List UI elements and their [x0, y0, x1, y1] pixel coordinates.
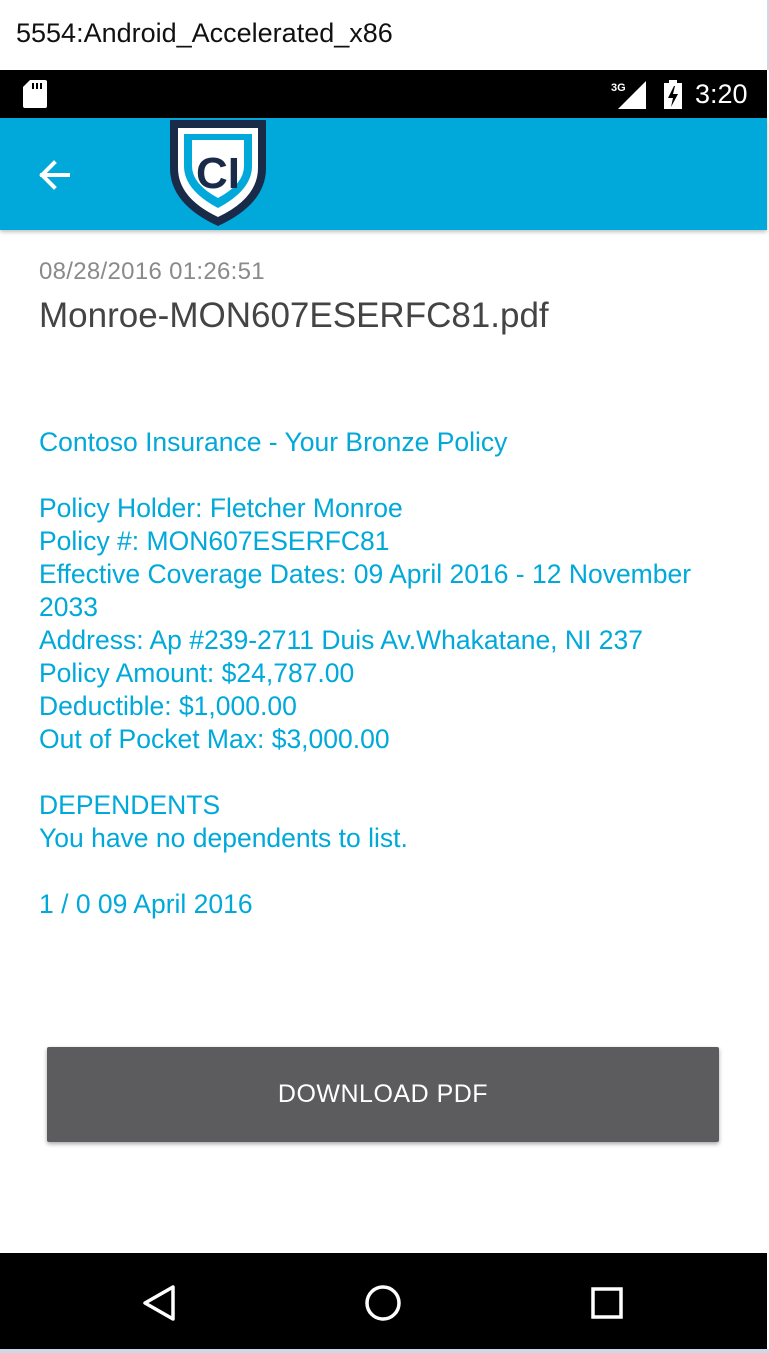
window-title-bar: 5554:Android_Accelerated_x86 [0, 0, 769, 70]
out-of-pocket-max: Out of Pocket Max: $3,000.00 [39, 724, 390, 754]
policy-details: Contoso Insurance - Your Bronze Policy P… [39, 426, 739, 921]
battery-icon [664, 80, 682, 109]
document-filename: Monroe-MON607ESERFC81.pdf [39, 296, 549, 335]
ci-shield-logo: CI [170, 120, 266, 226]
download-pdf-button[interactable]: DOWNLOAD PDF [47, 1047, 719, 1142]
home-circle-icon[interactable] [358, 1278, 408, 1328]
window-bottom-edge [0, 1349, 769, 1353]
footer-line: 1 / 0 09 April 2016 [39, 889, 253, 919]
arrow-left-icon[interactable] [30, 150, 80, 200]
recents-square-icon[interactable] [582, 1278, 632, 1328]
policy-number: Policy #: MON607ESERFC81 [39, 526, 390, 556]
coverage-dates: Effective Coverage Dates: 09 April 2016 … [39, 559, 692, 622]
policy-amount: Policy Amount: $24,787.00 [39, 658, 355, 688]
policy-holder: Policy Holder: Fletcher Monroe [39, 493, 403, 523]
policy-heading: Contoso Insurance - Your Bronze Policy [39, 427, 508, 457]
sd-card-icon [23, 80, 47, 108]
document-timestamp: 08/28/2016 01:26:51 [39, 258, 265, 285]
back-triangle-icon[interactable] [135, 1278, 185, 1328]
app-bar [0, 118, 767, 230]
status-bar [0, 70, 767, 118]
window-title: 5554:Android_Accelerated_x86 [16, 18, 393, 48]
dependents-heading: DEPENDENTS [39, 790, 221, 820]
signal-icon: 3G [611, 81, 646, 109]
logo-text: CI [196, 149, 240, 198]
network-type-label: 3G [611, 82, 626, 94]
address: Address: Ap #239-2711 Duis Av.Whakatane,… [39, 625, 643, 655]
dependents-text: You have no dependents to list. [39, 823, 408, 853]
status-time: 3:20 [695, 79, 748, 109]
deductible: Deductible: $1,000.00 [39, 691, 297, 721]
